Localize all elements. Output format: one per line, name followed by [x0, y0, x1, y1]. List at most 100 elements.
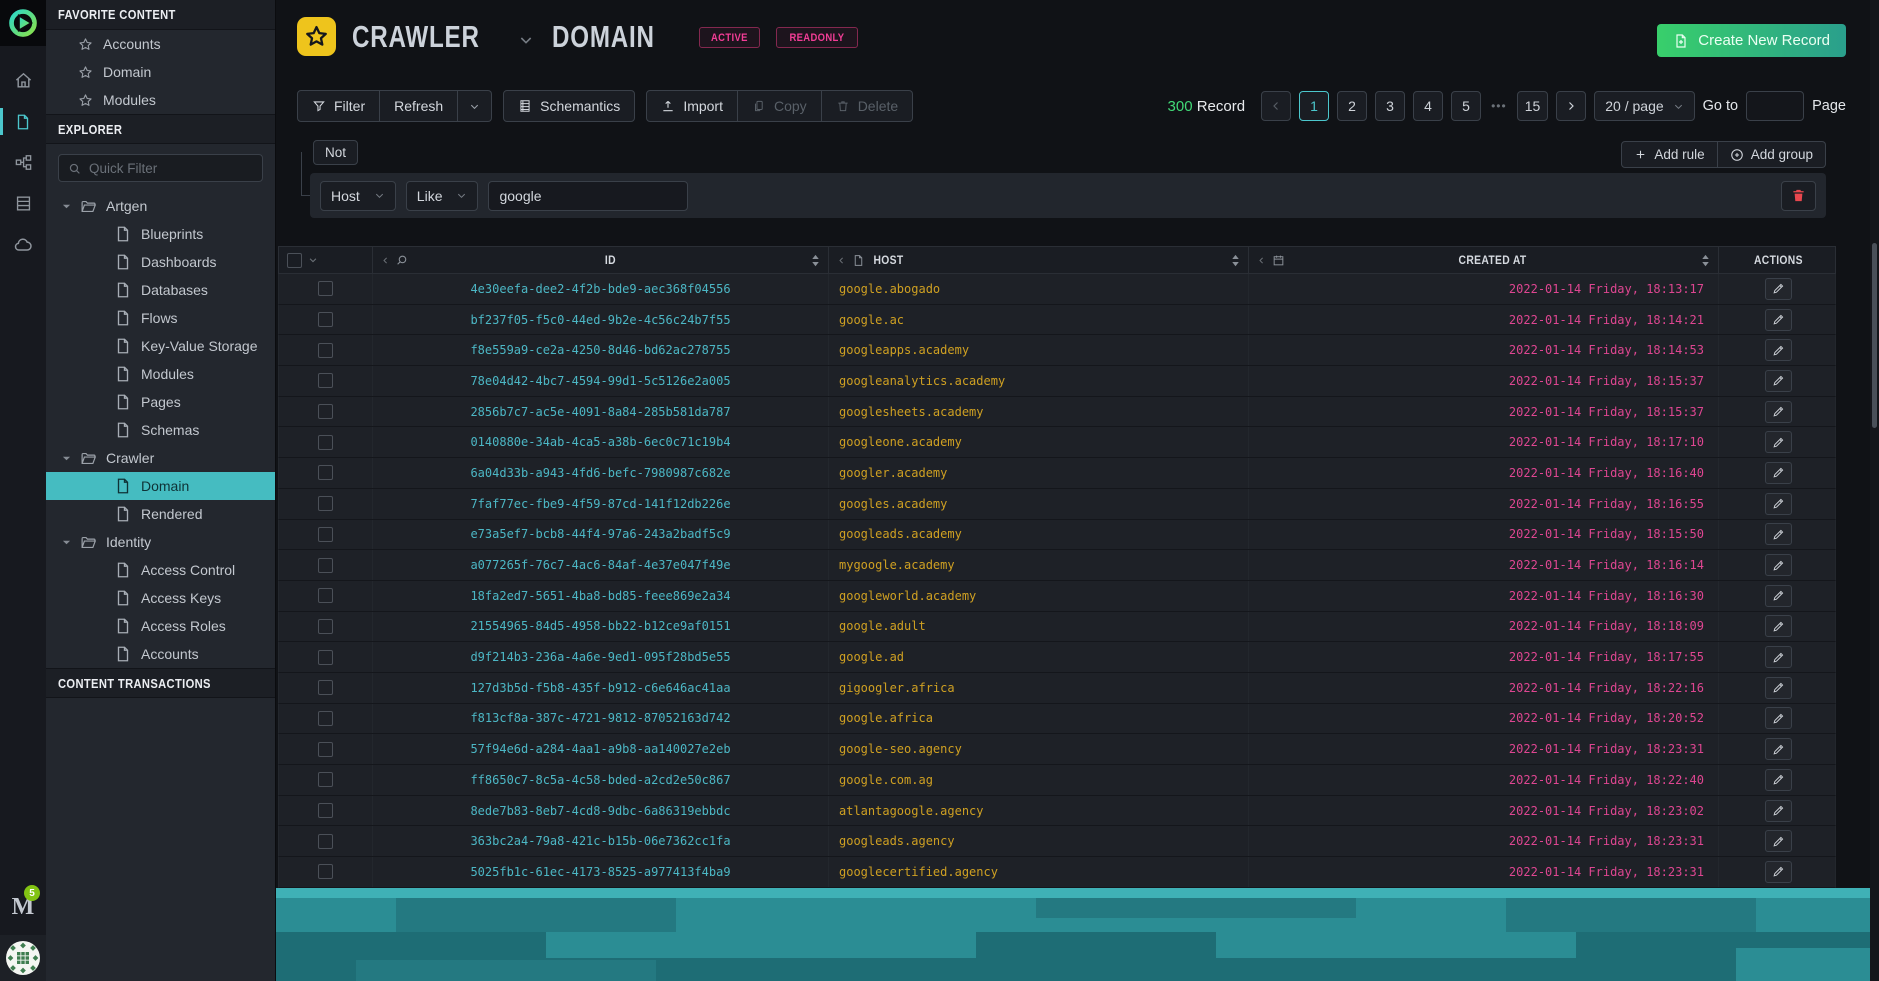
next-page-button[interactable] [1556, 91, 1586, 121]
sort-icon[interactable] [1231, 254, 1240, 267]
tree-item-accounts[interactable]: Accounts [46, 640, 275, 668]
row-checkbox[interactable] [318, 650, 333, 665]
row-checkbox[interactable] [318, 680, 333, 695]
table-row[interactable]: 127d3b5d-f5b8-435f-b912-c6e646ac41aagigo… [278, 673, 1836, 704]
edit-record-button[interactable] [1765, 707, 1792, 729]
row-checkbox[interactable] [318, 558, 333, 573]
page-button-2[interactable]: 2 [1337, 91, 1367, 121]
delete-rule-button[interactable] [1781, 181, 1816, 211]
quick-filter[interactable] [58, 154, 263, 182]
chevron-left-icon[interactable] [1257, 256, 1266, 265]
tree-item-flows[interactable]: Flows [46, 304, 275, 332]
table-row[interactable]: 57f94e6d-a284-4aa1-a9b8-aa140027e2ebgoog… [278, 734, 1836, 765]
table-row[interactable]: bf237f05-f5c0-44ed-9b2e-4c56c24b7f55goog… [278, 305, 1836, 336]
rule-operator-select[interactable]: Like [406, 181, 479, 211]
schemantics-button[interactable]: Schemantics [503, 90, 635, 122]
quick-filter-input[interactable] [89, 161, 266, 176]
select-all-checkbox[interactable] [287, 253, 302, 268]
id-column-header[interactable]: ID [373, 247, 829, 273]
table-row[interactable]: f813cf8a-387c-4721-9812-87052163d742goog… [278, 704, 1836, 735]
search-icon[interactable] [396, 254, 409, 267]
refresh-dropdown-button[interactable] [458, 90, 492, 122]
host-column-header[interactable]: HOST [829, 247, 1249, 273]
edit-record-button[interactable] [1765, 861, 1792, 883]
table-row[interactable]: 8ede7b83-8eb7-4cd8-9dbc-6a86319ebbdcatla… [278, 796, 1836, 827]
not-toggle-button[interactable]: Not [313, 140, 358, 165]
edit-record-button[interactable] [1765, 585, 1792, 607]
edit-record-button[interactable] [1765, 462, 1792, 484]
tree-folder-artgen[interactable]: Artgen [46, 192, 275, 220]
table-row[interactable]: d9f214b3-236a-4a6e-9ed1-095f28bd5e55goog… [278, 642, 1836, 673]
refresh-button[interactable]: Refresh [380, 90, 458, 122]
create-new-record-button[interactable]: Create New Record [1657, 24, 1846, 57]
rail-item-cloud[interactable] [0, 224, 46, 265]
edit-record-button[interactable] [1765, 677, 1792, 699]
table-row[interactable]: a077265f-76c7-4ac6-84af-4e37e047f49emygo… [278, 550, 1836, 581]
favorite-toggle-button[interactable] [297, 17, 336, 56]
edit-record-button[interactable] [1765, 769, 1792, 791]
add-group-button[interactable]: Add group [1718, 141, 1826, 168]
rail-item-file[interactable] [0, 101, 46, 142]
window-scrollbar[interactable] [1870, 0, 1879, 981]
row-checkbox[interactable] [318, 312, 333, 327]
tree-item-key-value-storage[interactable]: Key-Value Storage [46, 332, 275, 360]
table-row[interactable]: 5025fb1c-61ec-4173-8525-a977413f4ba9goog… [278, 857, 1836, 888]
edit-record-button[interactable] [1765, 339, 1792, 361]
import-button[interactable]: Import [646, 90, 738, 122]
filter-button[interactable]: Filter [297, 90, 380, 122]
tree-item-rendered[interactable]: Rendered [46, 500, 275, 528]
row-checkbox[interactable] [318, 711, 333, 726]
favorite-item-accounts[interactable]: Accounts [46, 30, 275, 58]
table-row[interactable]: 21554965-84d5-4958-bb22-b12ce9af0151goog… [278, 612, 1836, 643]
table-row[interactable]: 363bc2a4-79a8-421c-b15b-06e7362cc1fagoog… [278, 826, 1836, 857]
edit-record-button[interactable] [1765, 800, 1792, 822]
table-row[interactable]: 18fa2ed7-5651-4ba8-bd85-feee869e2a34goog… [278, 581, 1836, 612]
table-row[interactable]: 2856b7c7-ac5e-4091-8a84-285b581da787goog… [278, 397, 1836, 428]
rail-item-network[interactable] [0, 142, 46, 183]
row-checkbox[interactable] [318, 527, 333, 542]
chevron-down-icon[interactable] [518, 32, 534, 48]
page-button-4[interactable]: 4 [1413, 91, 1443, 121]
edit-record-button[interactable] [1765, 615, 1792, 637]
table-row[interactable]: 78e04d42-4bc7-4594-99d1-5c5126e2a005goog… [278, 366, 1836, 397]
edit-record-button[interactable] [1765, 401, 1792, 423]
rail-item-home[interactable] [0, 60, 46, 101]
tree-item-pages[interactable]: Pages [46, 388, 275, 416]
scrollbar-thumb[interactable] [1872, 243, 1877, 428]
page-button-3[interactable]: 3 [1375, 91, 1405, 121]
row-checkbox[interactable] [318, 496, 333, 511]
edit-record-button[interactable] [1765, 309, 1792, 331]
tree-item-access-control[interactable]: Access Control [46, 556, 275, 584]
created-at-column-header[interactable]: CREATED AT [1249, 247, 1719, 273]
rail-item-server[interactable] [0, 183, 46, 224]
sort-icon[interactable] [811, 254, 820, 267]
row-checkbox[interactable] [318, 588, 333, 603]
row-checkbox[interactable] [318, 343, 333, 358]
tree-folder-identity[interactable]: Identity [46, 528, 275, 556]
row-checkbox[interactable] [318, 373, 333, 388]
account-identicon[interactable] [0, 935, 46, 981]
prev-page-button[interactable] [1261, 91, 1291, 121]
edit-record-button[interactable] [1765, 370, 1792, 392]
table-row[interactable]: 4e30eefa-dee2-4f2b-bde9-aec368f04556goog… [278, 274, 1836, 305]
favorite-item-domain[interactable]: Domain [46, 58, 275, 86]
rule-field-select[interactable]: Host [320, 181, 396, 211]
table-row[interactable]: e73a5ef7-bcb8-44f4-97a6-243a2badf5c9goog… [278, 520, 1836, 551]
edit-record-button[interactable] [1765, 431, 1792, 453]
goto-page-input[interactable] [1746, 91, 1804, 121]
tree-item-databases[interactable]: Databases [46, 276, 275, 304]
app-logo[interactable] [0, 0, 46, 46]
edit-record-button[interactable] [1765, 554, 1792, 576]
rule-value-input[interactable] [488, 181, 688, 211]
row-checkbox[interactable] [318, 834, 333, 849]
row-checkbox[interactable] [318, 465, 333, 480]
chevron-down-icon[interactable] [308, 255, 318, 265]
table-row[interactable]: f8e559a9-ce2a-4250-8d46-bd62ac278755goog… [278, 335, 1836, 366]
breadcrumb-parent[interactable]: CRAWLER [352, 19, 480, 55]
edit-record-button[interactable] [1765, 523, 1792, 545]
copy-button[interactable]: Copy [738, 90, 822, 122]
chevron-left-icon[interactable] [381, 256, 390, 265]
tree-item-modules[interactable]: Modules [46, 360, 275, 388]
edit-record-button[interactable] [1765, 278, 1792, 300]
delete-button[interactable]: Delete [822, 90, 913, 122]
